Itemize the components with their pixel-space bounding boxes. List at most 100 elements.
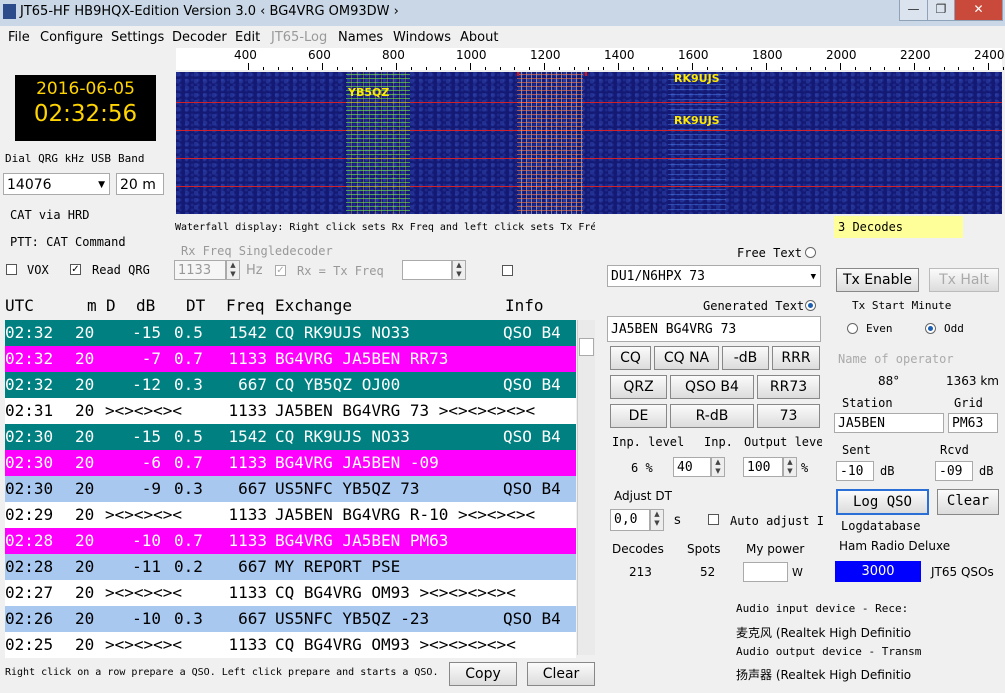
table-row[interactable]: 02:32 20 -12 0.3 667 CQ YB5QZ OJ00 QSO B4 xyxy=(5,372,576,398)
rr73-button[interactable]: RR73 xyxy=(757,375,820,399)
seventy-three-button[interactable]: 73 xyxy=(757,404,820,428)
menu-decoder[interactable]: Decoder xyxy=(172,30,227,45)
odd-radio[interactable] xyxy=(925,323,936,334)
table-row[interactable]: 02:31 20 ><><><>< 1133 JA5BEN BG4VRG 73 ><><… xyxy=(5,398,576,424)
restore-button[interactable]: ❐ xyxy=(927,0,955,21)
sent-label: Sent xyxy=(842,443,871,457)
menu-file[interactable]: File xyxy=(8,30,30,45)
vox-checkbox[interactable] xyxy=(6,264,17,275)
menu-windows[interactable]: Windows xyxy=(393,30,451,45)
close-button[interactable]: ✕ xyxy=(954,0,1003,21)
clear-log-button[interactable]: Clear xyxy=(937,489,999,515)
menu-jt65-log[interactable]: JT65-Log xyxy=(271,30,327,45)
ruler-tick-label: 1400 xyxy=(604,48,635,62)
qrz-button[interactable]: QRZ xyxy=(610,375,667,399)
table-row[interactable]: 02:27 20 ><><><>< 1133 CQ BG4VRG OM93 ><><><… xyxy=(5,580,576,606)
inp-gain-spinner[interactable]: ▲ ▼ xyxy=(711,457,725,477)
menu-about[interactable]: About xyxy=(460,30,498,45)
table-row[interactable]: 02:28 20 -11 0.2 667 MY REPORT PSE xyxy=(5,554,576,580)
operator-name-placeholder[interactable]: Name of operator xyxy=(838,352,954,366)
fix-tx-checkbox[interactable] xyxy=(502,265,513,276)
read-qrg-checkbox[interactable]: ✓ xyxy=(70,264,81,275)
inp-gain-input[interactable]: 40 xyxy=(673,457,711,477)
ruler-minor-tick xyxy=(262,67,264,70)
menu-configure[interactable]: Configure xyxy=(40,30,103,45)
ruler-minor-tick xyxy=(425,67,427,70)
waterfall-marker-line xyxy=(176,186,1002,187)
cell-freq: 667 xyxy=(238,375,267,394)
dial-frequency-select[interactable]: 14076 ▼ xyxy=(3,173,110,195)
tx-freq-spinner[interactable]: ▲ ▼ xyxy=(452,260,466,280)
grid-field[interactable]: PM63 xyxy=(948,413,998,433)
ruler-minor-tick xyxy=(588,67,590,70)
de-button[interactable]: DE xyxy=(610,404,667,428)
log-qso-button[interactable]: Log QSO xyxy=(836,489,929,515)
decode-table-scrollbar[interactable] xyxy=(577,320,595,655)
cell-mode: 20 xyxy=(75,427,95,446)
adjust-dt-spinner[interactable]: ▲ ▼ xyxy=(650,509,664,531)
table-row[interactable]: 02:32 20 -7 0.7 1133 BG4VRG JA5BEN RR73 xyxy=(5,346,576,372)
tx-enable-button[interactable]: Tx Enable xyxy=(836,268,919,292)
table-row[interactable]: 02:28 20 -10 0.7 1133 BG4VRG JA5BEN PM63 xyxy=(5,528,576,554)
table-row[interactable]: 02:30 20 -9 0.3 667 US5NFC YB5QZ 73 QSO B4 xyxy=(5,476,576,502)
cell-utc: 02:30 xyxy=(5,453,54,472)
rx-freq-spinner[interactable]: ▲ ▼ xyxy=(226,260,240,280)
copy-button[interactable]: Copy xyxy=(449,662,517,686)
rx-freq-label: Rx Freq Singledecoder xyxy=(181,244,333,258)
rx-eq-tx-checkbox[interactable]: ✓ xyxy=(275,265,286,276)
rrr-button[interactable]: RRR xyxy=(772,346,820,370)
cell-mode: 20 xyxy=(75,453,95,472)
cell-utc: 02:32 xyxy=(5,375,54,394)
output-level-spinner[interactable]: ▲ ▼ xyxy=(783,457,797,477)
ruler-tick-label: 2200 xyxy=(900,48,931,62)
rx-freq-input[interactable]: 1133 xyxy=(174,260,226,280)
generated-text-radio[interactable] xyxy=(805,300,816,311)
generated-text-field[interactable]: JA5BEN BG4VRG 73 xyxy=(607,316,821,342)
cell-dt: 0.3 xyxy=(174,609,203,628)
r-db-button[interactable]: R-dB xyxy=(670,404,754,428)
cell-mode: 20 xyxy=(75,479,95,498)
cq-na-button[interactable]: CQ NA xyxy=(654,346,719,370)
ruler-tick-label: 600 xyxy=(308,48,331,62)
qso-b4-button[interactable]: QSO B4 xyxy=(670,375,754,399)
cell-db: -10 xyxy=(132,531,161,550)
frequency-ruler[interactable]: 400 600 800 1000 1200 1400 1600 1800 2000 2200 240… xyxy=(176,48,1005,70)
my-power-input[interactable] xyxy=(743,562,788,582)
free-text-select[interactable]: DU1/N6HPX 73 ▼ xyxy=(607,265,821,287)
output-level-input[interactable]: 100 xyxy=(743,457,783,477)
tx-freq-input[interactable] xyxy=(402,260,452,280)
waterfall-display[interactable]: YB5QZ RK9UJS RK9UJS xyxy=(176,72,1002,214)
band-field[interactable]: 20 m xyxy=(116,173,164,195)
scroll-thumb[interactable] xyxy=(579,338,594,356)
clear-decodes-button[interactable]: Clear xyxy=(527,662,595,686)
tx-start-minute-label: Tx Start Minute xyxy=(852,299,952,312)
menu-edit[interactable]: Edit xyxy=(235,30,260,45)
free-text-radio[interactable] xyxy=(805,247,816,258)
table-row[interactable]: 02:32 20 -15 0.5 1542 CQ RK9UJS NO33 QSO B4 xyxy=(5,320,576,346)
table-row[interactable]: 02:30 20 -15 0.5 1542 CQ RK9UJS NO33 QSO B4 xyxy=(5,424,576,450)
rcvd-field[interactable]: -09 xyxy=(935,461,973,481)
table-row[interactable]: 02:26 20 -10 0.3 667 US5NFC YB5QZ -23 QSO B4 xyxy=(5,606,576,632)
cell-mode: 20 xyxy=(75,609,95,628)
minus-db-button[interactable]: -dB xyxy=(722,346,769,370)
table-row[interactable]: 02:25 20 ><><><>< 1133 CQ BG4VRG OM93 ><><><… xyxy=(5,632,576,658)
decode-table-header: UTC m D dB DT Freq Exchange Info xyxy=(5,296,595,318)
cell-exchange: CQ YB5QZ OJ00 xyxy=(275,375,401,394)
cq-button[interactable]: CQ xyxy=(610,346,651,370)
cell-mode: 20 xyxy=(75,505,95,524)
adjust-dt-input[interactable]: 0,0 xyxy=(610,509,650,531)
ruler-tick-label: 400 xyxy=(234,48,257,62)
sent-field[interactable]: -10 xyxy=(836,461,874,481)
decodes-count: 213 xyxy=(629,565,652,579)
menu-settings[interactable]: Settings xyxy=(111,30,164,45)
even-radio[interactable] xyxy=(847,323,858,334)
cell-utc: 02:25 xyxy=(5,635,54,654)
station-field[interactable]: JA5BEN xyxy=(834,413,944,433)
table-row[interactable]: 02:29 20 ><><><>< 1133 JA5BEN BG4VRG R-10 ><… xyxy=(5,502,576,528)
auto-adjust-checkbox[interactable] xyxy=(708,514,719,525)
minimize-button[interactable]: — xyxy=(899,0,928,21)
table-row[interactable]: 02:30 20 -6 0.7 1133 BG4VRG JA5BEN -09 xyxy=(5,450,576,476)
menu-names[interactable]: Names xyxy=(338,30,383,45)
tx-halt-button[interactable]: Tx Halt xyxy=(929,268,999,292)
cell-freq: 1133 xyxy=(228,635,267,654)
